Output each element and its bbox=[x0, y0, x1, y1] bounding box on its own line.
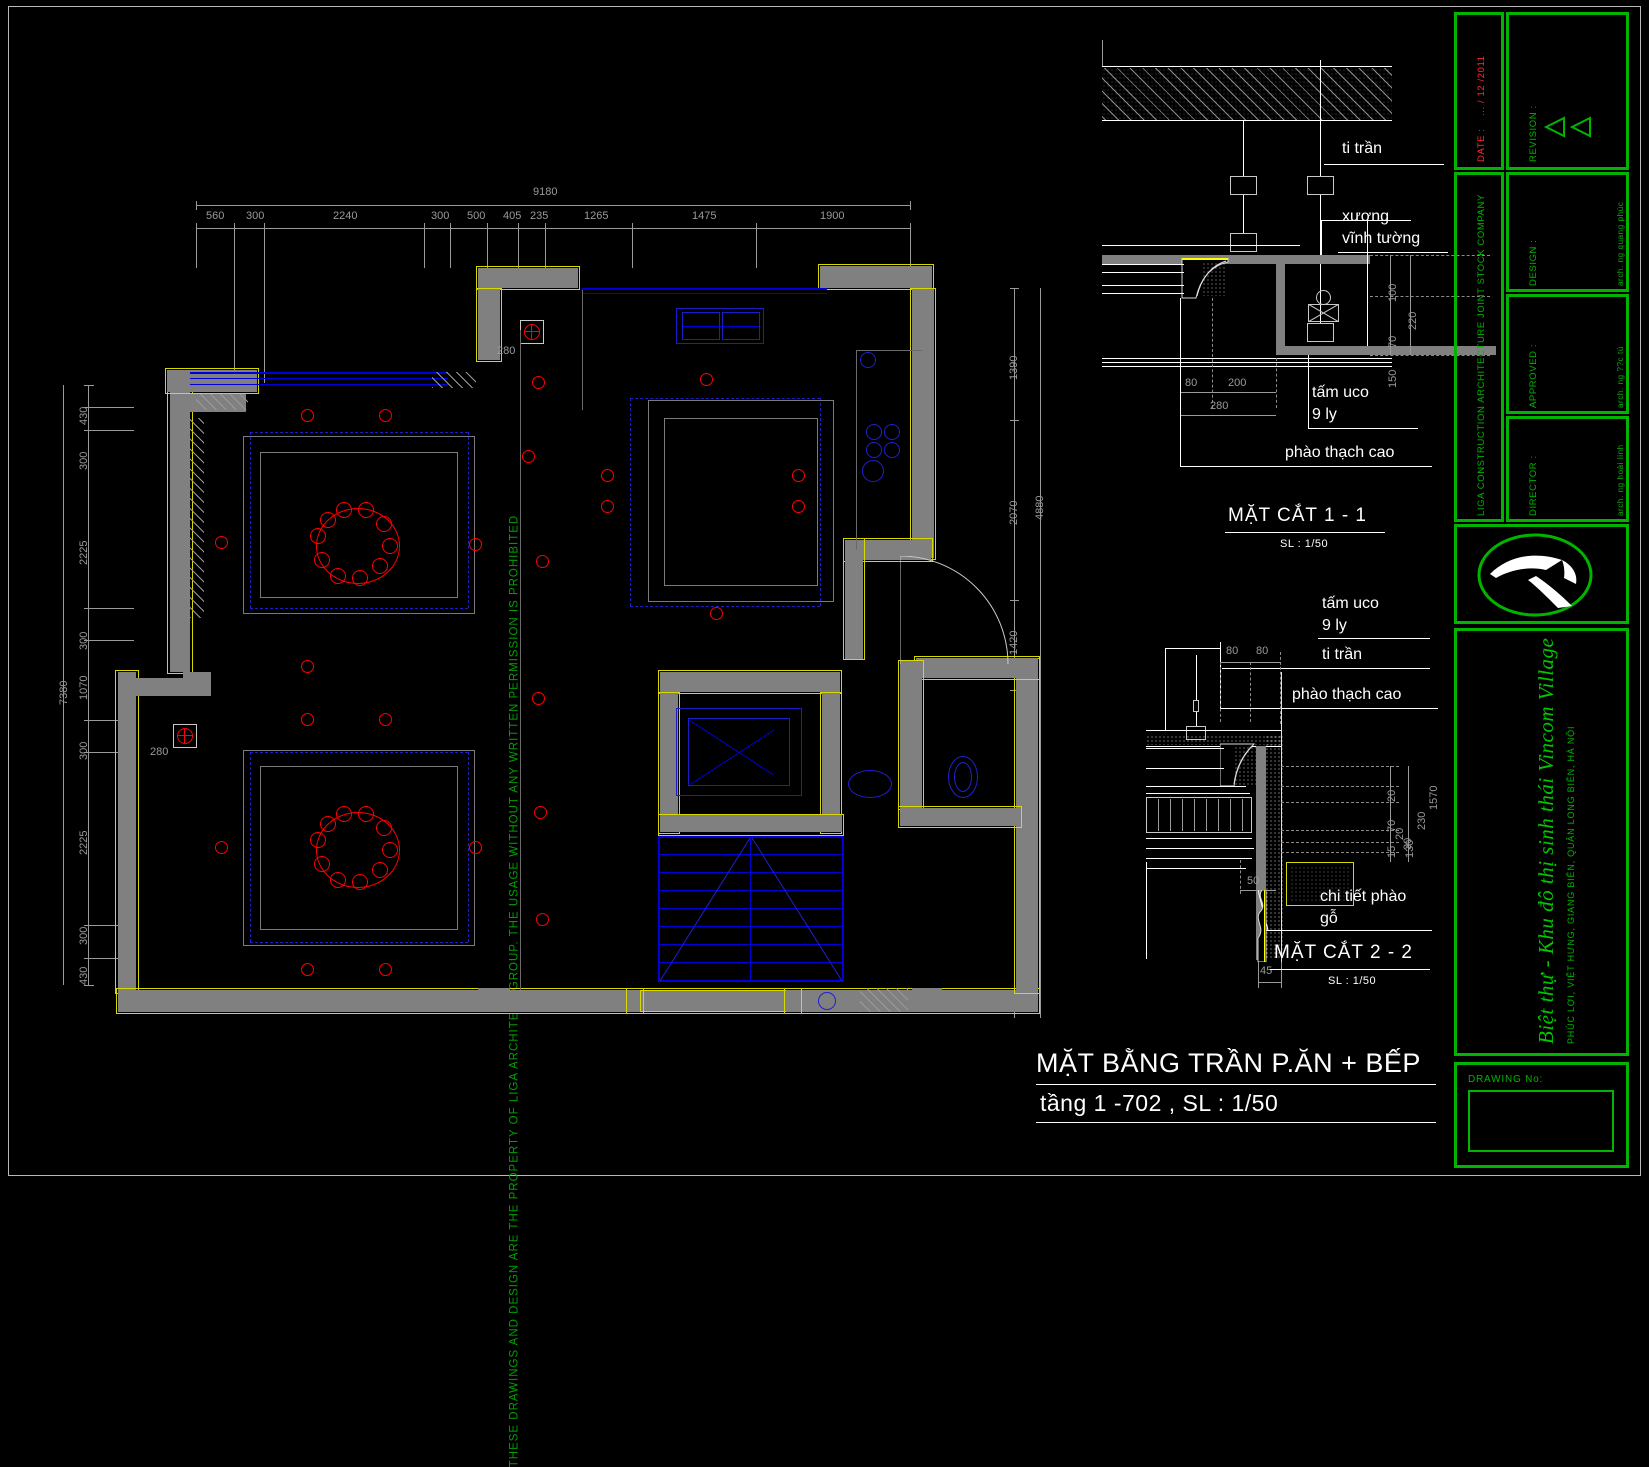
project-address: PHÚC LỢI, VIỆT HƯNG, GIANG BIÊN, QUẬN LO… bbox=[1566, 725, 1576, 1044]
drawing-no-label: DRAWING No: bbox=[1468, 1074, 1544, 1085]
section-1-1-region: 80 200 280 100 70 150 220 ti trần xương … bbox=[1080, 40, 1496, 560]
liga-logo-icon bbox=[1477, 533, 1593, 617]
callout-chi-tiet-phao: chi tiết phào bbox=[1320, 888, 1407, 905]
company-name: LIGA CONSTRUCTION ARCHITECTURE JOINT STO… bbox=[1476, 194, 1487, 516]
drawing-no-value-box bbox=[1468, 1090, 1614, 1152]
approved-label: APPROVED : bbox=[1528, 343, 1539, 408]
callout-go: gỗ bbox=[1320, 910, 1338, 927]
approved-value: arch. ng ??c tú bbox=[1616, 346, 1625, 408]
director-value: arch. ng hoài linh bbox=[1616, 444, 1625, 516]
title-block: DATE : ... / 12 /2011 REVISION : LIGA CO… bbox=[1450, 8, 1633, 1176]
door-swing-arc bbox=[900, 556, 1009, 665]
callout-vinh-tuong: vĩnh tường bbox=[1342, 230, 1421, 247]
section-2-2-title: MẶT CẮT 2 - 2 bbox=[1274, 942, 1413, 963]
fluted-band bbox=[1146, 797, 1252, 833]
director-cell bbox=[1506, 416, 1629, 522]
dim-overall-width: 9180 bbox=[533, 186, 558, 198]
cornice-profile-1 bbox=[1180, 257, 1230, 300]
section-1-1-title: MẶT CẮT 1 - 1 bbox=[1228, 505, 1367, 526]
callout-tam-uco-1: tấm uco bbox=[1312, 384, 1369, 401]
slab-hatch bbox=[1102, 68, 1392, 120]
callout-ti-tran-1: ti trần bbox=[1342, 140, 1383, 157]
cornice-hatch-bottom bbox=[860, 988, 908, 1012]
cornice-hatch-left bbox=[196, 394, 248, 410]
section-1-1-scale: SL : 1/50 bbox=[1280, 538, 1329, 550]
callout-ti-tran-2: ti trần bbox=[1322, 646, 1363, 663]
main-title-line2: tầng 1 -702 , SL : 1/50 bbox=[1040, 1090, 1279, 1116]
project-name: Biệt thự - Khu đô thị sinh thái Vincom V… bbox=[1534, 637, 1558, 1044]
revision-triangle-icon-1 bbox=[1544, 116, 1565, 138]
stair-run bbox=[658, 836, 844, 992]
date-label-value: DATE : ... / 12 /2011 bbox=[1476, 55, 1487, 162]
cad-drawing-canvas: THESE DRAWINGS AND DESIGN ARE THE PROPER… bbox=[0, 0, 1649, 1467]
skirting-profile bbox=[1252, 889, 1274, 963]
revision-cell bbox=[1506, 12, 1629, 170]
callout-9-ly-2: 9 ly bbox=[1322, 617, 1347, 634]
design-value: arch. ng quang phúc bbox=[1616, 201, 1625, 286]
callout-phao-thach-cao-1: phào thạch cao bbox=[1285, 444, 1395, 461]
crown-moulding-profile bbox=[1219, 742, 1270, 792]
callout-tam-uco-2: tấm uco bbox=[1322, 595, 1379, 612]
callout-9-ly-1: 9 ly bbox=[1312, 406, 1337, 423]
callout-xuong: xương bbox=[1342, 208, 1389, 225]
approved-cell bbox=[1506, 294, 1629, 414]
revision-triangle-icon-2 bbox=[1570, 116, 1591, 138]
section-2-2-scale: SL : 1/50 bbox=[1328, 975, 1377, 987]
section-2-2-region: tấm uco 9 ly ti trần phào thạch cao 80 8… bbox=[1090, 590, 1450, 1010]
revision-label: REVISION : bbox=[1528, 105, 1539, 162]
design-label: DESIGN : bbox=[1528, 239, 1539, 286]
design-cell bbox=[1506, 172, 1629, 292]
cornice-hatch-mid bbox=[432, 372, 476, 388]
director-label: DIRECTOR : bbox=[1528, 455, 1539, 516]
floor-plan-region: 9180 560 300 2240 300 500 405 235 1265 1… bbox=[0, 0, 1060, 1060]
callout-phao-thach-cao-2: phào thạch cao bbox=[1292, 686, 1402, 703]
main-title-line1: MẶT BẰNG TRẦN P.ĂN + BẾP bbox=[1036, 1048, 1421, 1078]
cornice-hatch-vert bbox=[190, 418, 204, 618]
